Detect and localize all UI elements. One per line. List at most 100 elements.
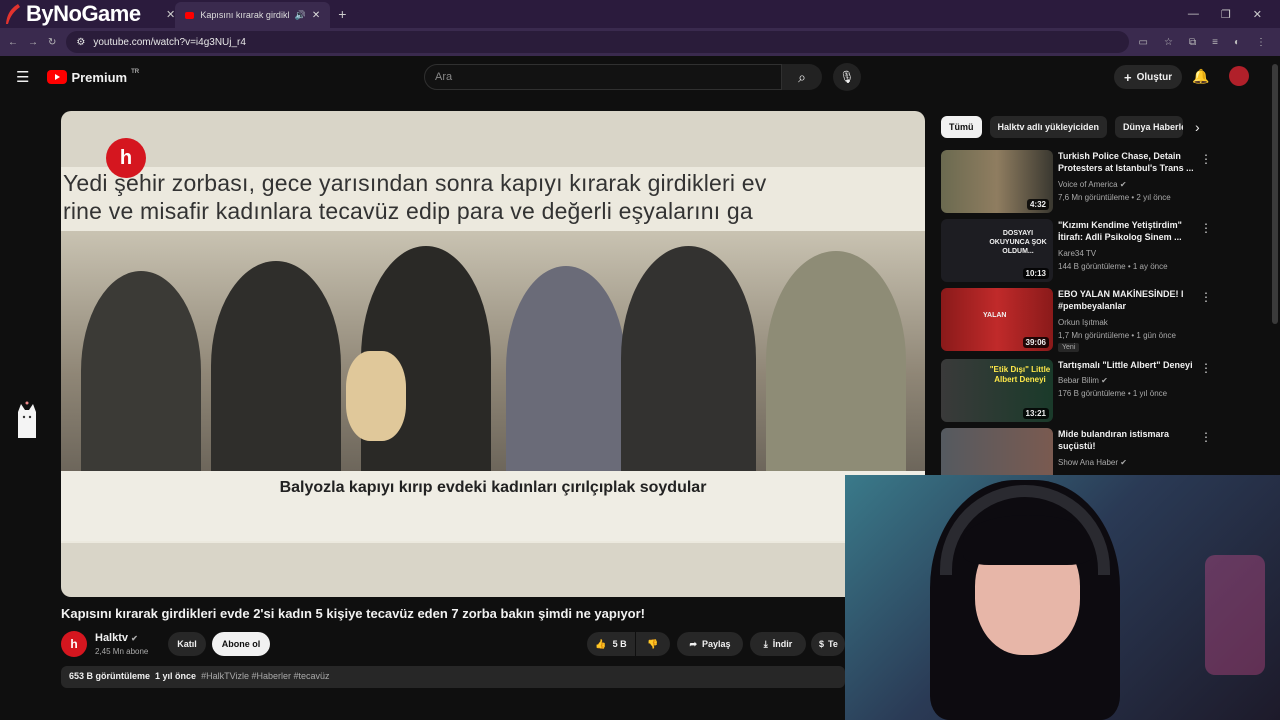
tab-close-icon[interactable]: ✕	[166, 8, 175, 21]
cast-icon[interactable]: ▭	[1139, 37, 1148, 48]
search-button[interactable]: ⌕	[782, 64, 822, 90]
chip-all[interactable]: Tümü	[941, 116, 982, 138]
thanks-label: Te	[828, 639, 838, 649]
video-thumbnail[interactable]: "Etik Dışı" Little Albert Deneyi 13:21	[941, 359, 1053, 422]
url-field[interactable]: ⚙ youtube.com/watch?v=i4g3NUj_r4	[66, 31, 1129, 53]
new-tab-button[interactable]: +	[338, 6, 346, 22]
view-count: 653 B görüntüleme	[69, 671, 151, 681]
video-thumbnail[interactable]: 4:32	[941, 150, 1053, 213]
recommendation-title[interactable]: "Kızımı Kendime Yetiştirdim" İtirafı: Ad…	[1058, 219, 1196, 243]
thumbnail-text: "Etik Dışı" Little Albert Deneyi	[989, 365, 1051, 384]
channel-name[interactable]: Halktv ✔	[95, 632, 138, 644]
video-title: Kapısını kırarak girdikleri evde 2'si ka…	[61, 606, 646, 621]
recommendation-title[interactable]: EBO YALAN MAKİNESİNDE! l #pembeyalanlar	[1058, 288, 1196, 312]
chip-from-uploader[interactable]: Halktv adlı yükleyiciden	[989, 116, 1108, 138]
photo-puppy	[346, 351, 406, 441]
thanks-icon: $	[819, 639, 825, 649]
channel-name-text: Halktv	[95, 632, 129, 644]
recommendation-item[interactable]: YALAN 39:06 EBO YALAN MAKİNESİNDE! l #pe…	[941, 288, 1221, 352]
recommendation-channel[interactable]: Kare34 TV	[1058, 249, 1096, 258]
thanks-button[interactable]: $ Te	[811, 632, 845, 656]
site-info-icon[interactable]: ⚙	[76, 37, 85, 48]
newspaper-caption: Balyozla kapıyı kırıp evdeki kadınları ç…	[279, 479, 707, 496]
more-options-icon[interactable]: ⋮	[1200, 290, 1212, 304]
share-label: Paylaş	[702, 639, 731, 649]
channel-text: Voice of America	[1058, 180, 1118, 189]
more-options-icon[interactable]: ⋮	[1200, 361, 1212, 375]
upload-age: 1 yıl önce	[155, 671, 197, 681]
minimize-button[interactable]: —	[1188, 8, 1199, 21]
verified-icon: ✔	[1119, 180, 1127, 189]
speaker-icon[interactable]: 🔊	[295, 10, 306, 21]
download-button[interactable]: ⤓ İndir	[750, 632, 806, 656]
more-options-icon[interactable]: ⋮	[1200, 430, 1212, 444]
recommendation-item[interactable]: "Etik Dışı" Little Albert Deneyi 13:21 T…	[941, 359, 1221, 422]
chip-world-news[interactable]: Dünya Haberle	[1115, 116, 1184, 138]
recommendation-channel[interactable]: Show Ana Haber ✔	[1058, 458, 1127, 467]
window-close-button[interactable]: ✕	[1253, 8, 1262, 21]
youtube-header: ☰ Premium TR Ara ⌕ 🎙 + Oluştur 🔔	[0, 56, 1280, 98]
hamburger-menu-icon[interactable]: ☰	[16, 68, 29, 86]
photo-figure	[506, 266, 626, 471]
join-button[interactable]: Katıl	[168, 632, 206, 656]
more-options-icon[interactable]: ⋮	[1200, 221, 1212, 235]
search-input[interactable]: Ara	[424, 64, 782, 90]
chevron-right-icon[interactable]: ›	[1195, 116, 1200, 138]
duration-badge: 13:21	[1022, 408, 1049, 419]
headline-line-1: Yedi şehir zorbası, gece yarısından sonr…	[63, 170, 767, 196]
restore-button[interactable]: ❐	[1221, 8, 1231, 21]
recommendation-item[interactable]: 4:32 Turkish Police Chase, Detain Protes…	[941, 150, 1221, 213]
youtube-favicon-icon	[185, 11, 195, 19]
recommendation-title[interactable]: Turkish Police Chase, Detain Protesters …	[1058, 150, 1196, 174]
voice-search-button[interactable]: 🎙	[833, 63, 861, 91]
recommendation-channel[interactable]: Voice of America ✔	[1058, 180, 1127, 189]
notifications-bell-icon[interactable]: 🔔	[1192, 68, 1209, 85]
dislike-button[interactable]: 👎	[636, 632, 670, 656]
photo-figure	[211, 261, 341, 471]
create-button[interactable]: + Oluştur	[1114, 65, 1183, 89]
recommendation-title[interactable]: Tartışmalı "Little Albert" Deneyi	[1058, 359, 1196, 371]
recommendation-item[interactable]: DOSYAYI OKUYUNCA ŞOK OLDUM... 10:13 "Kız…	[941, 219, 1221, 282]
account-avatar[interactable]	[1229, 66, 1249, 86]
forward-icon[interactable]: →	[28, 37, 38, 48]
thumbnail-text: YALAN	[983, 312, 1007, 319]
duration-badge: 10:13	[1022, 268, 1049, 279]
channel-text: Show Ana Haber	[1058, 458, 1119, 467]
mic-icon: 🎙	[839, 70, 855, 84]
download-label: İndir	[772, 639, 793, 649]
video-player[interactable]: Yedi şehir zorbası, gece yarısından sonr…	[61, 111, 925, 597]
halktv-watermark-logo: h	[106, 138, 146, 178]
newspaper-photo	[61, 231, 925, 471]
like-button[interactable]: 👍 5 B	[587, 632, 635, 656]
profile-icon[interactable]: ◐	[1234, 37, 1240, 48]
recommendation-title[interactable]: Mide bulandıran istismara suçüstü!	[1058, 428, 1196, 452]
reload-icon[interactable]: ↻	[48, 37, 56, 48]
video-thumbnail[interactable]: YALAN 39:06	[941, 288, 1053, 351]
back-icon[interactable]: ←	[8, 37, 18, 48]
headline-line-2: rine ve misafir kadınlara tecavüz edip p…	[63, 198, 753, 224]
subscribe-button[interactable]: Abone ol	[212, 632, 270, 656]
page-scrollbar[interactable]	[1272, 64, 1278, 324]
more-options-icon[interactable]: ⋮	[1200, 152, 1212, 166]
tab-youtube[interactable]: Kapısını kırarak girdikleri ev 🔊 ✕	[175, 2, 331, 28]
bookmark-star-icon[interactable]: ☆	[1164, 37, 1173, 48]
youtube-premium-logo[interactable]: Premium TR	[47, 69, 139, 85]
close-icon[interactable]: ✕	[312, 10, 320, 21]
share-button[interactable]: ➦ Paylaş	[677, 632, 743, 656]
recommendation-channel[interactable]: Bebar Bilim ✔	[1058, 376, 1108, 385]
media-control-icon[interactable]: ≡	[1212, 37, 1218, 48]
thumbs-up-icon: 👍	[595, 638, 607, 649]
create-label: Oluştur	[1136, 71, 1173, 83]
subscriber-count: 2,45 Mn abone	[95, 647, 149, 656]
recommendation-channel[interactable]: Orkun Işıtmak	[1058, 318, 1108, 327]
photo-figure	[81, 271, 201, 471]
hashtags[interactable]: #HalkTVizle #Haberler #tecavüz	[201, 671, 329, 681]
description-box[interactable]: 653 B görüntüleme 1 yıl önce #HalkTVizle…	[61, 666, 845, 688]
cat-mascot-icon	[15, 400, 39, 440]
channel-avatar[interactable]: h	[61, 631, 87, 657]
subscribe-label: Abone ol	[221, 639, 261, 649]
browser-menu-icon[interactable]: ⋮	[1256, 37, 1266, 48]
extensions-icon[interactable]: ⧉	[1189, 37, 1196, 48]
video-thumbnail[interactable]: DOSYAYI OKUYUNCA ŞOK OLDUM... 10:13	[941, 219, 1053, 282]
duration-badge: 39:06	[1022, 337, 1049, 348]
